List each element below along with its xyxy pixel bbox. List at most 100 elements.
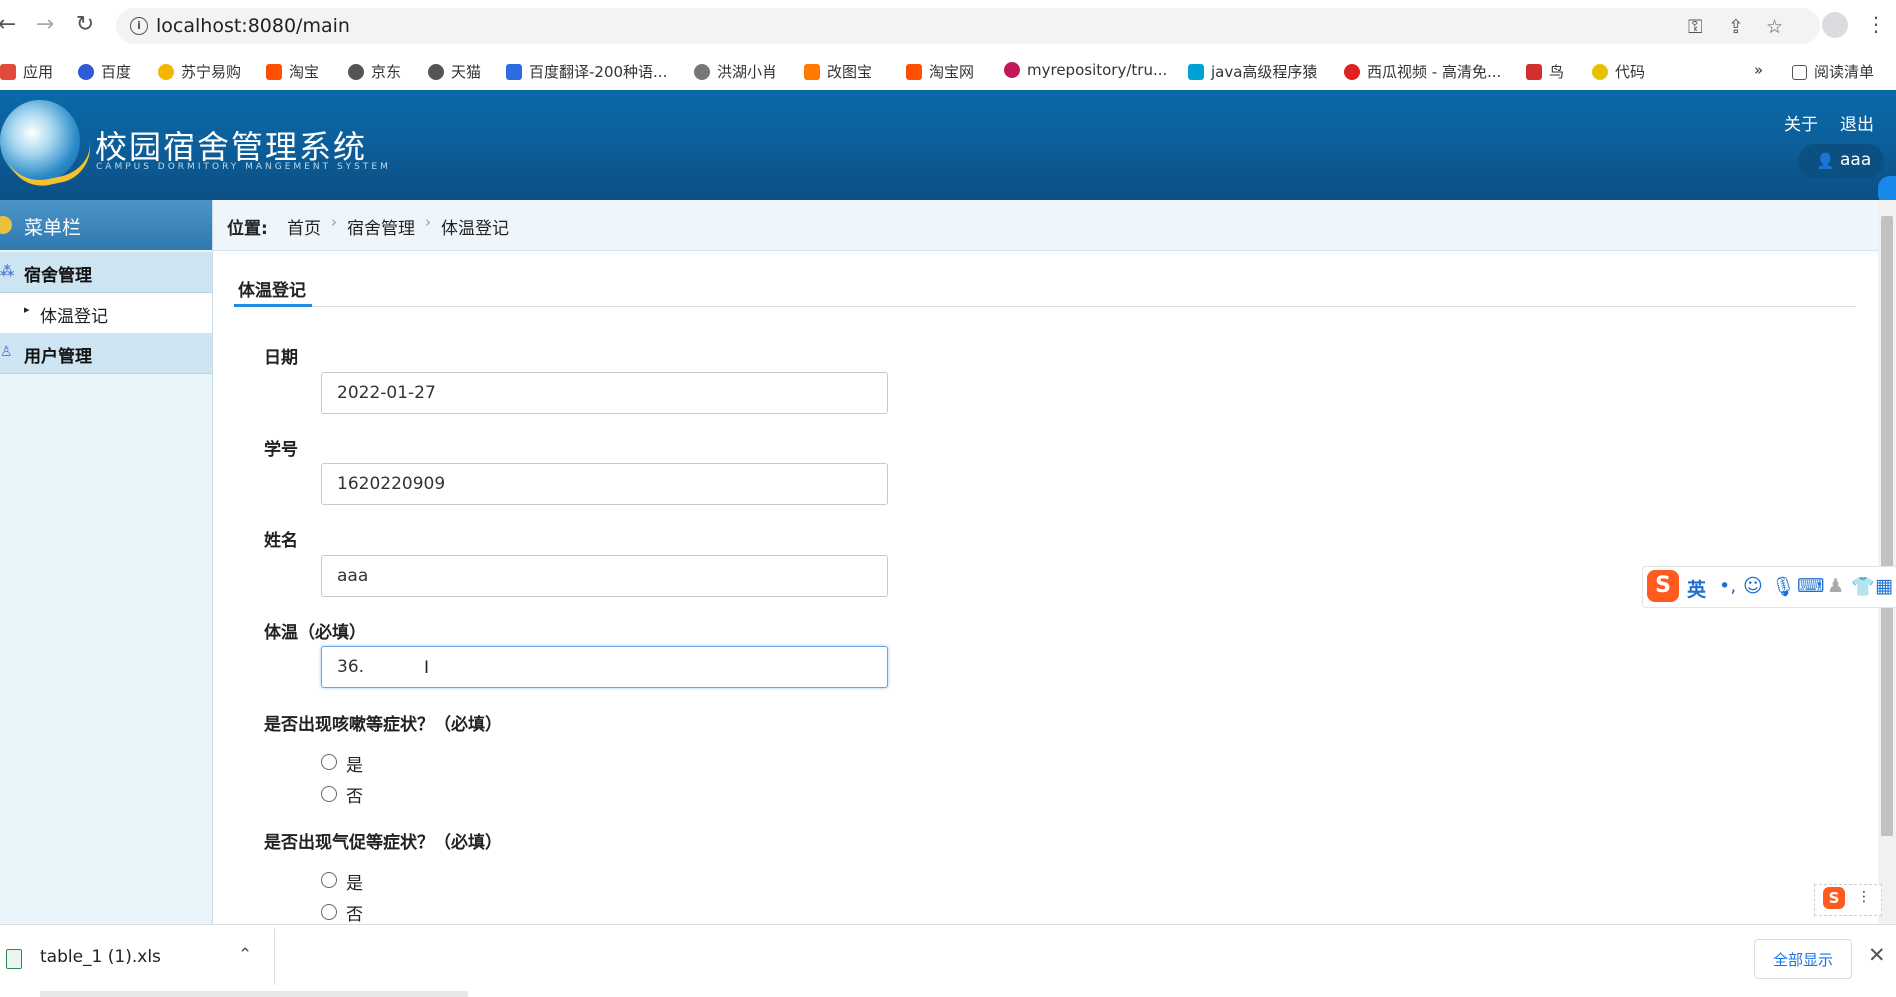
profile-avatar-icon[interactable] [1822, 12, 1848, 38]
back-icon[interactable]: ← [0, 12, 20, 38]
bookmark-apps[interactable]: 应用 [0, 61, 53, 82]
bookmark-label: 鸟 [1549, 63, 1565, 81]
name-label: 姓名 [264, 531, 298, 551]
reading-list-icon [1792, 65, 1807, 80]
sidebar-subitem-label: 体温登记 [40, 307, 108, 327]
breadcrumb-prefix: 位置: [227, 219, 268, 239]
bird-icon [694, 64, 710, 80]
sogou-mini-icon: S [1823, 887, 1845, 909]
bookmark-label: 洪湖小肖 [717, 63, 778, 81]
form-tab-title[interactable]: 体温登记 [238, 276, 306, 301]
shortness-question: 是否出现气促等症状？（必填） [264, 833, 502, 853]
breadcrumb-separator: › [331, 213, 337, 231]
bookmark-label: 淘宝网 [929, 63, 975, 81]
bookmark-taobao[interactable]: 淘宝 [266, 61, 319, 82]
date-field[interactable] [321, 372, 888, 414]
bookmark-taobaowang[interactable]: 淘宝网 [906, 61, 974, 82]
address-bar[interactable]: i localhost:8080/main ⚿ ⇪ ☆ [116, 8, 1820, 44]
bookmark-tmall[interactable]: 天猫 [428, 61, 481, 82]
sidebar-header: 菜单栏 [0, 200, 212, 250]
text-cursor-icon: I [424, 658, 430, 678]
bookmark-niao[interactable]: 鸟 [1526, 61, 1564, 82]
play-icon [1344, 64, 1360, 80]
caret-right-icon: ▸ [24, 303, 30, 316]
bookmark-suning[interactable]: 苏宁易购 [158, 61, 241, 82]
reload-icon[interactable]: ↻ [72, 12, 98, 38]
bookmark-myrepository[interactable]: myrepository/tru... [1004, 61, 1167, 79]
breadcrumb-dormitory[interactable]: 宿舍管理 [347, 214, 415, 239]
url-text[interactable]: localhost:8080/main [156, 15, 350, 37]
system-subtitle: CAMPUS DORMITORY MANGEMENT SYSTEM [96, 162, 391, 172]
temperature-field[interactable] [321, 646, 888, 688]
bookmark-java[interactable]: java高级程序猿 [1188, 61, 1317, 82]
forward-icon[interactable]: → [32, 12, 58, 38]
sidebar-item-users[interactable]: ♙ 用户管理 [0, 333, 212, 374]
bookmark-label: 应用 [23, 63, 54, 81]
bookmark-label: 苏宁易购 [181, 63, 242, 81]
toolbox-icon[interactable]: ▦ [1875, 575, 1893, 597]
emoji-icon[interactable]: ☺ [1743, 575, 1763, 597]
about-link[interactable]: 关于 [1784, 110, 1818, 135]
user-center-icon[interactable]: ♟ [1827, 575, 1844, 597]
bookmark-xigua[interactable]: 西瓜视频 - 高清免... [1344, 61, 1501, 82]
site-info-icon[interactable]: i [130, 17, 148, 35]
bookmark-jd[interactable]: 京东 [348, 61, 401, 82]
bookmark-baidu[interactable]: 百度 [78, 61, 131, 82]
reading-list-label: 阅读清单 [1814, 63, 1875, 81]
bookmark-label: java高级程序猿 [1211, 63, 1318, 81]
shortness-no-radio[interactable] [321, 904, 337, 920]
scrollbar-thumb[interactable] [1881, 216, 1893, 836]
microphone-icon[interactable]: 🎙 [1771, 575, 1795, 598]
sidebar-item-temperature[interactable]: ▸ 体温登记 [0, 293, 212, 334]
bookmark-label: 百度翻译-200种语... [529, 63, 668, 81]
cough-yes-radio[interactable] [321, 754, 337, 770]
horizontal-scrollbar[interactable] [40, 991, 468, 997]
ime-toolbar: S 英 •, ☺ 🎙 ⌨ ♟ 👕 ▦ [1642, 566, 1896, 608]
breadcrumb-home[interactable]: 首页 [287, 214, 321, 239]
globe-icon [348, 64, 364, 80]
bookmark-honghu[interactable]: 洪湖小肖 [694, 61, 777, 82]
bookmarks-bar: 应用 百度 苏宁易购 淘宝 京东 天猫 百度翻译-200种语... 洪湖小肖 改… [0, 52, 1896, 91]
key-icon[interactable]: ⚿ [1688, 16, 1702, 38]
logout-link[interactable]: 退出 [1840, 110, 1874, 135]
reading-list-button[interactable]: 阅读清单 [1792, 61, 1874, 82]
name-field[interactable] [321, 555, 888, 597]
ime-mini-bar[interactable]: S ⋮ [1814, 884, 1882, 916]
cough-no-label[interactable]: 否 [346, 782, 363, 807]
sidebar-item-dormitory[interactable]: ⁂ 宿舍管理 [0, 252, 212, 293]
bookmark-label: 代码 [1615, 63, 1646, 81]
bookmark-gaitubao[interactable]: 改图宝 [804, 61, 872, 82]
sidebar-section-label: 宿舍管理 [24, 266, 92, 286]
bookmark-label: 西瓜视频 - 高清免... [1367, 63, 1502, 81]
skin-icon[interactable]: 👕 [1851, 575, 1875, 598]
chevron-up-icon[interactable]: ⌃ [238, 945, 252, 965]
bookmark-baidu-translate[interactable]: 百度翻译-200种语... [506, 61, 667, 82]
apps-grid-icon [0, 64, 16, 80]
menu-icon[interactable]: ⋮ [1866, 12, 1886, 36]
sidebar-section-label: 用户管理 [24, 347, 92, 367]
image-edit-icon [804, 64, 820, 80]
sogou-logo-icon[interactable]: S [1647, 570, 1679, 602]
shortness-yes-label[interactable]: 是 [346, 869, 363, 894]
punctuation-icon[interactable]: •, [1719, 575, 1736, 597]
student-id-field[interactable] [321, 463, 888, 505]
share-icon[interactable]: ⇪ [1728, 16, 1744, 38]
shortness-no-label[interactable]: 否 [346, 900, 363, 925]
cough-no-radio[interactable] [321, 786, 337, 802]
temperature-label: 体温（必填） [264, 623, 366, 643]
close-icon[interactable]: ✕ [1868, 943, 1886, 967]
download-filename[interactable]: table_1 (1).xls [40, 947, 161, 967]
cough-question: 是否出现咳嗽等症状？（必填） [264, 715, 502, 735]
breadcrumb: 位置: 首页 › 宿舍管理 › 体温登记 [213, 200, 1878, 251]
cough-yes-label[interactable]: 是 [346, 751, 363, 776]
ime-mode-toggle[interactable]: 英 [1687, 575, 1706, 602]
keyboard-icon[interactable]: ⌨ [1797, 575, 1824, 597]
bookmark-label: 天猫 [451, 63, 482, 81]
download-divider [274, 929, 275, 985]
show-all-button[interactable]: 全部显示 [1754, 939, 1852, 979]
bookmarks-more-button[interactable]: » [1754, 61, 1763, 79]
star-icon[interactable]: ☆ [1766, 16, 1783, 38]
shortness-yes-radio[interactable] [321, 872, 337, 888]
user-badge[interactable]: 👤 aaa [1798, 144, 1884, 178]
bookmark-code[interactable]: 代码 [1592, 61, 1645, 82]
